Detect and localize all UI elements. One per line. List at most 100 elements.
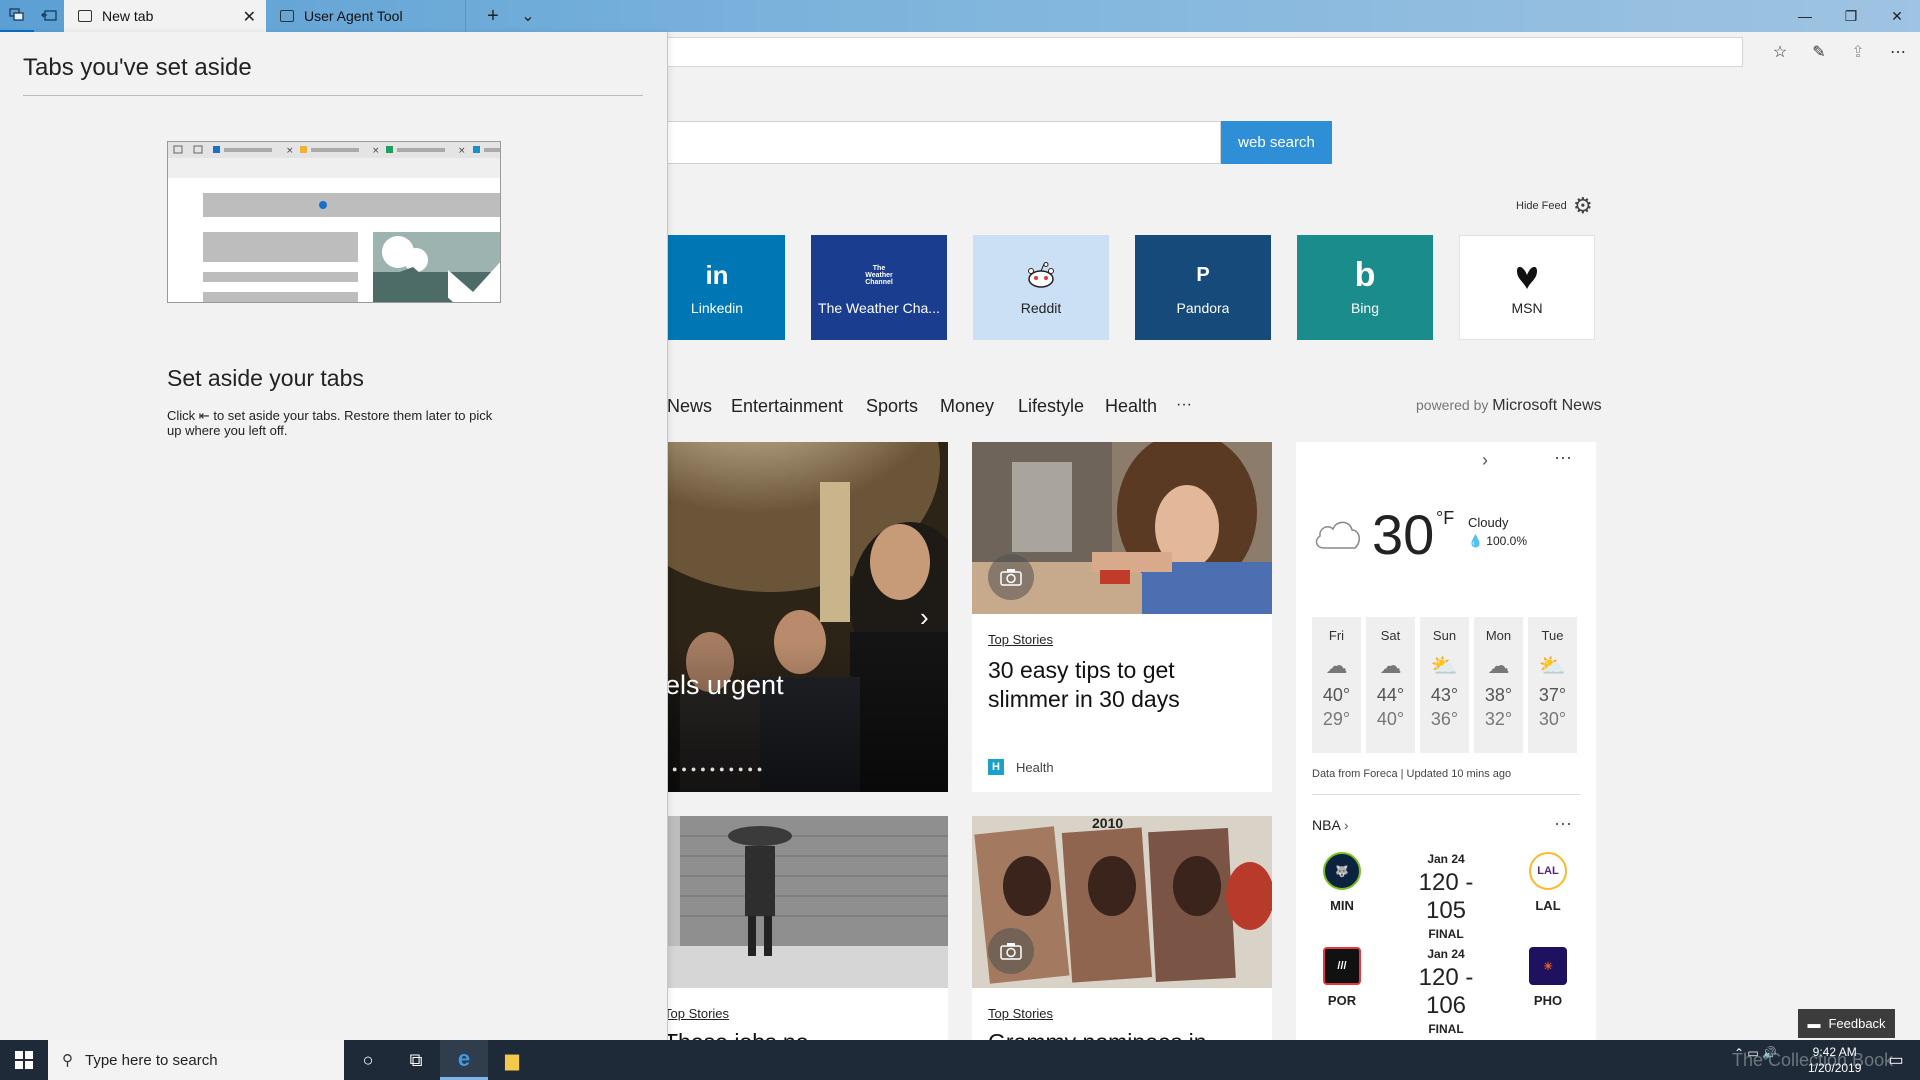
weather-condition: Cloudy (1468, 515, 1509, 530)
story-card-tips[interactable]: Top Stories 30 easy tips to get slimmer … (972, 442, 1272, 792)
game-status: FINAL (1428, 1022, 1464, 1036)
windows-start-icon[interactable] (0, 1040, 48, 1080)
top-site-reddit[interactable]: Reddit (973, 235, 1109, 340)
msn-butterfly-icon (1513, 260, 1541, 292)
chevron-right-icon[interactable]: › (1482, 450, 1488, 471)
hide-feed-link[interactable]: Hide Feed (1516, 200, 1567, 212)
forecast-day[interactable]: Tue ⛅ 37° 30° (1528, 617, 1577, 753)
minimize-icon[interactable]: — (1782, 0, 1828, 32)
more-options-icon[interactable]: ⋯ (1554, 814, 1573, 835)
story-source-label: Health (1016, 759, 1054, 775)
story-title[interactable]: These jobs no (664, 1028, 934, 1040)
tab-list-chevron-icon[interactable]: ⌄ (505, 0, 551, 32)
forecast-day[interactable]: Sun ⛅ 43° 36° (1420, 617, 1469, 753)
team-abbr: MIN (1330, 898, 1354, 913)
tab-new-tab[interactable]: New tab ✕ (64, 0, 266, 32)
game-date: Jan 24 (1427, 852, 1465, 866)
powered-by-label: powered by Microsoft News (1416, 397, 1602, 415)
search-input[interactable]: e web (600, 121, 1221, 164)
svg-text:×: × (458, 146, 466, 156)
story-category[interactable]: Top Stories (988, 632, 1053, 647)
cortana-icon[interactable]: ○ (344, 1040, 392, 1080)
game-date: Jan 24 (1427, 947, 1465, 961)
new-tab-page-icon (78, 10, 92, 22)
health-source-icon: H (988, 759, 1004, 775)
share-icon[interactable]: ⇪ (1845, 40, 1871, 64)
top-site-linkedin[interactable]: in Linkedin (649, 235, 785, 340)
taskbar-search-input[interactable]: ⚲ Type here to search (48, 1040, 344, 1080)
set-aside-illustration: × × × (167, 141, 501, 303)
tab-user-agent-tool[interactable]: User Agent Tool (266, 0, 466, 32)
feedback-button[interactable]: ▬ Feedback (1798, 1009, 1895, 1038)
top-site-bing[interactable]: b Bing (1297, 235, 1433, 340)
chevron-right-icon[interactable]: › (920, 602, 929, 633)
suns-logo-icon: ☀ (1529, 947, 1567, 985)
forecast-low: 30° (1538, 709, 1567, 729)
set-aside-tabs-icon: ⇤ (198, 408, 210, 423)
game-row[interactable]: 🐺 MIN Jan 24 120 - 105 FINAL LAL LAL (1296, 852, 1596, 942)
nav-news[interactable]: News (667, 396, 712, 417)
top-site-msn[interactable]: MSN (1459, 235, 1595, 340)
top-site-label: Bing (1350, 299, 1380, 316)
nav-entertainment[interactable]: Entertainment (731, 396, 843, 417)
description-prefix: Click (167, 408, 196, 423)
title-bar: New tab ✕ User Agent Tool + ⌄ — ❐ ✕ (0, 0, 1920, 32)
gear-icon[interactable]: ⚙ (1573, 193, 1593, 219)
nav-sports[interactable]: Sports (866, 396, 918, 417)
set-aside-heading: Set aside your tabs (167, 365, 364, 391)
forecast-day[interactable]: Mon ☁ 38° 32° (1474, 617, 1523, 753)
top-site-label: The Weather Cha... (818, 299, 940, 316)
game-row[interactable]: /// POR Jan 24 120 - 106 FINAL ☀ PHO (1296, 947, 1596, 1037)
lakers-logo-icon: LAL (1529, 852, 1567, 890)
close-window-icon[interactable]: ✕ (1874, 0, 1920, 32)
team-abbr: PHO (1533, 993, 1563, 1008)
carousel-dots[interactable]: ●●●●●●●●●● (672, 764, 766, 774)
more-options-icon[interactable]: ⋯ (1885, 40, 1911, 64)
divider (1312, 794, 1580, 795)
edge-icon[interactable]: e (440, 1040, 488, 1080)
story-card-grammy[interactable]: 2010 Top Stories Grammy nominees in (972, 816, 1272, 1040)
story-title[interactable]: 30 easy tips to get slimmer in 30 days (988, 656, 1258, 714)
nav-more-icon[interactable]: ··· (1176, 396, 1192, 414)
more-options-icon[interactable]: ⋯ (1554, 448, 1573, 469)
powered-brand: Microsoft News (1492, 397, 1602, 414)
away-team: ☀ PHO (1518, 947, 1578, 1008)
forecast-high: 44° (1376, 685, 1405, 705)
forecast-day[interactable]: Sat ☁ 44° 40° (1366, 617, 1415, 753)
nav-lifestyle[interactable]: Lifestyle (1018, 396, 1084, 417)
hero-story-card[interactable]: els urgent › ●●●●●●●●●● (620, 442, 948, 792)
bing-icon: b (1354, 256, 1376, 294)
clock[interactable]: 9:42 AM 1/20/2019 (1808, 1044, 1861, 1076)
story-category[interactable]: Top Stories (664, 1006, 729, 1021)
file-explorer-icon[interactable]: ▆ (488, 1040, 536, 1080)
feedback-label: Feedback (1828, 1016, 1886, 1031)
partly-sunny-icon: ⛅ (1538, 653, 1567, 678)
address-bar[interactable] (600, 37, 1743, 67)
story-title[interactable]: Grammy nominees in (988, 1028, 1258, 1040)
taskbar: ⚲ Type here to search ○ ⧉ e ▆ The Collec… (0, 1040, 1920, 1080)
system-tray-icons[interactable]: ⌃ ▭ 🔊 (1734, 1046, 1777, 1060)
nav-health[interactable]: Health (1105, 396, 1157, 417)
weather-sports-card: › ⋯ 30 °F Cloudy 💧 100.0% Fri ☁ 40° 29° … (1296, 442, 1596, 1040)
nav-money[interactable]: Money (940, 396, 994, 417)
nba-header[interactable]: NBA › (1312, 817, 1349, 833)
add-notes-icon[interactable]: ✎ (1806, 40, 1832, 64)
story-card-jobs[interactable]: Top Stories These jobs no (620, 816, 948, 1040)
notifications-icon[interactable]: ▭ (1872, 1040, 1920, 1080)
game-score: 120 - 105 (1418, 869, 1474, 924)
story-category[interactable]: Top Stories (988, 1006, 1053, 1021)
close-tab-icon[interactable]: ✕ (243, 7, 256, 27)
forecast-day-name: Mon (1485, 628, 1512, 643)
forecast-day[interactable]: Fri ☁ 40° 29° (1312, 617, 1361, 753)
camera-icon (988, 928, 1034, 974)
tabs-aside-icon[interactable] (0, 0, 34, 32)
top-site-pandora[interactable]: P Pandora (1135, 235, 1271, 340)
web-search-button[interactable]: web search (1221, 121, 1332, 164)
task-view-icon[interactable]: ⧉ (392, 1040, 440, 1080)
top-site-weather-channel[interactable]: The Weather Channel The Weather Cha... (811, 235, 947, 340)
restore-icon[interactable]: ❐ (1828, 0, 1874, 32)
favorites-icon[interactable]: ☆ (1767, 40, 1793, 64)
timberwolves-logo-icon: 🐺 (1323, 852, 1361, 890)
forecast-day-name: Tue (1541, 628, 1564, 643)
set-aside-tabs-icon[interactable] (32, 0, 66, 32)
